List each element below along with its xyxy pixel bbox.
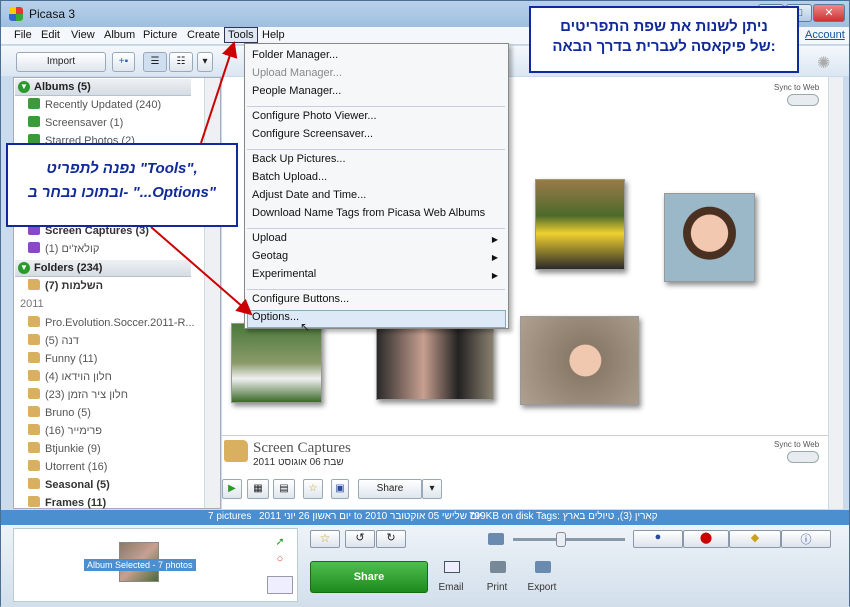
properties-button[interactable]: ⓘ <box>781 530 831 548</box>
instruction-callout-left: נפנה לתפריט "Tools", ובתוכו נבחר ב- "...… <box>6 143 238 227</box>
status-count: 7 pictures <box>208 511 252 522</box>
bottom-tray: Album Selected - 7 photos ➚ ○ ☆ ↺ ↻ ● ⬤ … <box>1 525 849 607</box>
places-button[interactable]: ⬤ <box>683 530 729 548</box>
hold-icon[interactable]: ➚ <box>271 535 289 551</box>
email-icon[interactable] <box>444 561 460 573</box>
email-button[interactable]: Email <box>431 582 471 593</box>
zoom-slider[interactable] <box>513 538 625 541</box>
photo-tray: Album Selected - 7 photos ➚ ○ <box>13 528 298 602</box>
people-button[interactable]: ● <box>633 530 683 548</box>
share-button[interactable]: Share <box>310 561 428 593</box>
status-range: יום ראשון 26 יוני 2011 to יום שלישי 05 א… <box>259 511 482 522</box>
zoom-slider-handle[interactable] <box>556 532 566 547</box>
selection-label: Album Selected - 7 photos <box>84 559 196 571</box>
status-bar: 7 pictures יום ראשון 26 יוני 2011 to יום… <box>1 510 849 525</box>
star-tray-button[interactable]: ☆ <box>310 530 340 548</box>
rotate-right-button[interactable]: ↻ <box>376 530 406 548</box>
zoom-icon <box>488 533 504 545</box>
arrow-to-tools <box>200 41 238 144</box>
picasa-window: Picasa 3 – □ ✕ File Edit View Album Pict… <box>0 0 850 607</box>
status-tags: Tags: קארין (3), טיולים בארץ <box>536 511 658 522</box>
instruction-callout-top: ניתן לשנות את שפת התפריטים של פיקאסה לעב… <box>529 6 799 73</box>
add-to-album-button[interactable] <box>267 576 293 594</box>
rotate-left-button[interactable]: ↺ <box>345 530 375 548</box>
share-button-label: Share <box>353 571 385 583</box>
status-disk: 799KB on disk <box>469 511 534 522</box>
print-icon[interactable] <box>490 561 506 573</box>
clear-icon[interactable]: ○ <box>271 553 289 569</box>
export-button[interactable]: Export <box>522 582 562 593</box>
print-button[interactable]: Print <box>477 582 517 593</box>
export-icon[interactable] <box>535 561 551 573</box>
arrow-to-options <box>150 226 253 316</box>
tags-button[interactable]: ◆ <box>729 530 781 548</box>
